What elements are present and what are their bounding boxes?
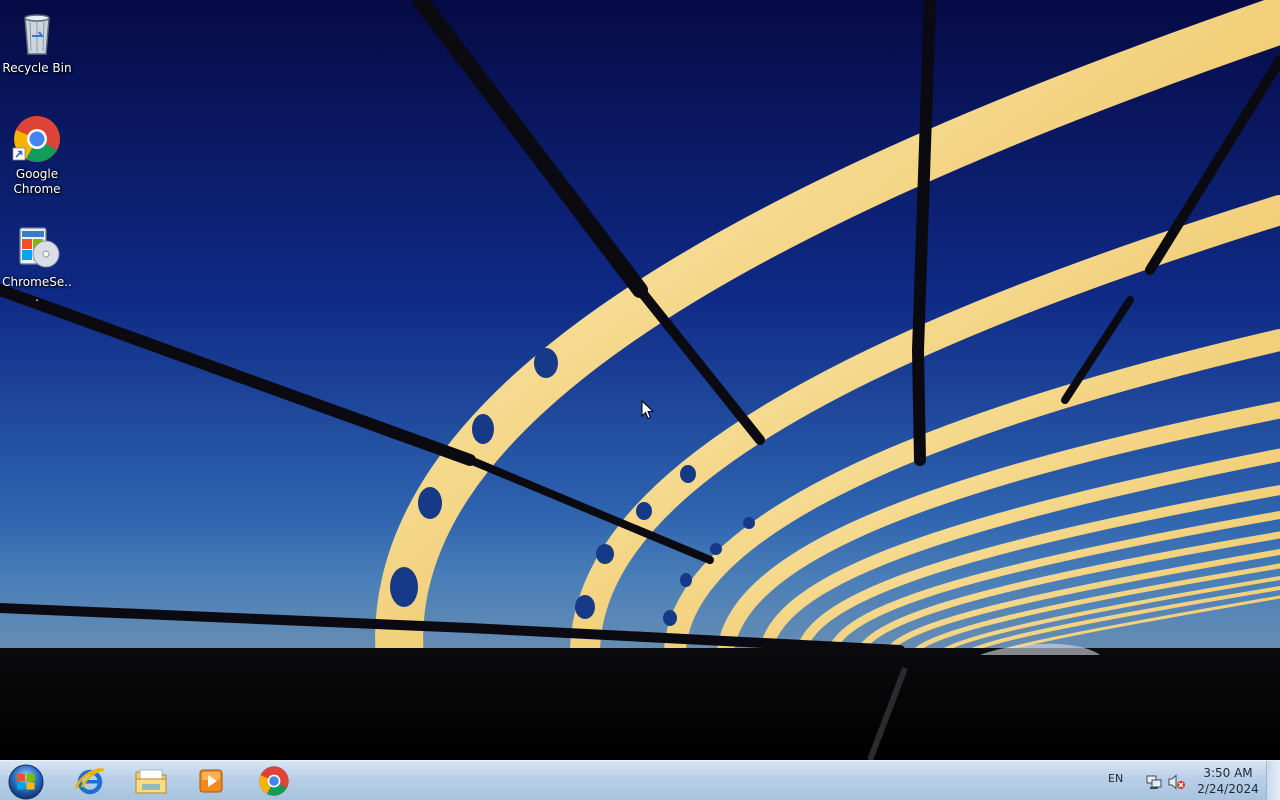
clock-time: 3:50 AM — [1203, 766, 1253, 780]
mouse-cursor — [641, 399, 655, 424]
clock[interactable]: 3:50 AM 2/24/2024 — [1188, 765, 1268, 797]
recycle-bin-icon — [12, 8, 62, 58]
taskbar-media-player-button[interactable] — [185, 763, 237, 799]
desktop-icon-recycle-bin[interactable]: Recycle Bin — [2, 8, 72, 76]
language-indicator[interactable]: EN — [1108, 772, 1123, 785]
clock-date: 2/24/2024 — [1197, 782, 1259, 796]
chrome-icon — [12, 114, 62, 164]
system-tray: EN 3:50 AM 2/24/2024 — [1080, 761, 1280, 800]
taskbar-internet-explorer-button[interactable] — [64, 763, 116, 799]
desktop-wallpaper — [0, 0, 1280, 760]
show-desktop-button[interactable] — [1266, 761, 1280, 800]
desktop-icon-google-chrome[interactable]: Google Chrome — [2, 114, 72, 197]
internet-explorer-icon — [74, 768, 105, 795]
desktop-icon-chromesetup[interactable]: ChromeSe... — [2, 222, 72, 305]
file-explorer-icon — [135, 769, 167, 794]
desktop-icon-label: ChromeSe... — [2, 275, 72, 304]
windows-start-icon — [8, 764, 44, 800]
media-player-icon — [199, 769, 223, 793]
network-icon[interactable] — [1146, 774, 1162, 794]
start-button[interactable] — [3, 762, 49, 800]
taskbar-chrome-button[interactable] — [248, 763, 300, 799]
chrome-icon — [259, 766, 289, 796]
desktop-icon-label: Google Chrome — [13, 167, 61, 196]
volume-muted-icon[interactable] — [1168, 774, 1186, 794]
taskbar-file-explorer-button[interactable] — [125, 763, 177, 799]
taskbar: EN 3:50 AM 2/24/2024 — [0, 760, 1280, 800]
desktop-icon-label: Recycle Bin — [2, 61, 72, 75]
installer-icon — [12, 222, 62, 272]
